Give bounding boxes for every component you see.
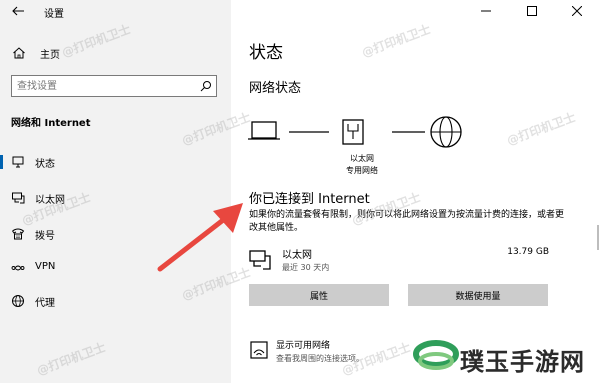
brand-name: 璞玉手游网 xyxy=(460,348,585,376)
ethernet-icon xyxy=(12,192,25,204)
connection-description: 如果你的流量套餐有限制，则你可以将此网络设置为按流量计费的连接，或者更改其他属性… xyxy=(249,210,565,233)
sidebar-item-label: 代理 xyxy=(35,298,55,309)
search-button[interactable] xyxy=(196,76,216,96)
sidebar: 设置 主页 网络和 Internet 状态 xyxy=(0,0,231,383)
minimize-button[interactable] xyxy=(463,0,509,22)
scrollbar[interactable] xyxy=(597,225,599,250)
connected-heading: 你已连接到 Internet xyxy=(249,192,370,207)
back-arrow-icon[interactable] xyxy=(11,4,25,18)
maximize-button[interactable] xyxy=(509,0,555,22)
diagram-network-label: 专用网络 xyxy=(346,166,378,175)
sidebar-item-status[interactable]: 状态 xyxy=(0,148,231,176)
search-icon xyxy=(200,81,211,92)
close-icon xyxy=(572,6,582,16)
properties-button[interactable]: 属性 xyxy=(249,284,389,306)
dialup-icon xyxy=(12,228,25,240)
adapter-name: 以太网 xyxy=(282,250,312,261)
data-usage-button[interactable]: 数据使用量 xyxy=(408,284,548,306)
page-title: 状态 xyxy=(249,43,283,63)
annotation-arrow-icon xyxy=(157,203,243,272)
minimize-icon xyxy=(481,10,491,12)
maximize-icon xyxy=(527,6,537,16)
diagram-adapter-label: 以太网 xyxy=(350,154,374,163)
ethernet-adapter-icon xyxy=(249,250,271,270)
section-title: 网络和 Internet xyxy=(11,118,91,129)
home-nav-item[interactable]: 主页 xyxy=(12,44,60,62)
adapter-period: 最近 30 天内 xyxy=(282,263,330,272)
adapter-usage: 13.79 GB xyxy=(507,247,549,257)
ethernet-port-icon xyxy=(342,119,364,145)
status-icon xyxy=(12,156,24,168)
home-icon xyxy=(13,47,25,59)
network-status-heading: 网络状态 xyxy=(249,81,302,96)
search-box xyxy=(11,75,217,97)
settings-window: 设置 主页 网络和 Internet 状态 xyxy=(0,0,600,383)
sidebar-item-label: VPN xyxy=(35,261,56,272)
internet-globe-icon xyxy=(430,116,462,148)
close-button[interactable] xyxy=(554,0,600,22)
app-title: 设置 xyxy=(44,9,64,20)
sidebar-item-label: 拨号 xyxy=(35,231,55,242)
vpn-icon xyxy=(11,265,25,271)
globe-icon xyxy=(12,295,24,307)
search-input[interactable] xyxy=(12,76,196,96)
home-label: 主页 xyxy=(40,49,60,61)
sidebar-item-label: 状态 xyxy=(35,159,55,170)
available-networks-icon xyxy=(250,341,268,359)
laptop-icon xyxy=(248,121,280,140)
adapter-row[interactable]: 以太网 最近 30 天内 13.79 GB xyxy=(249,245,569,275)
show-networks-title: 显示可用网络 xyxy=(276,341,331,351)
